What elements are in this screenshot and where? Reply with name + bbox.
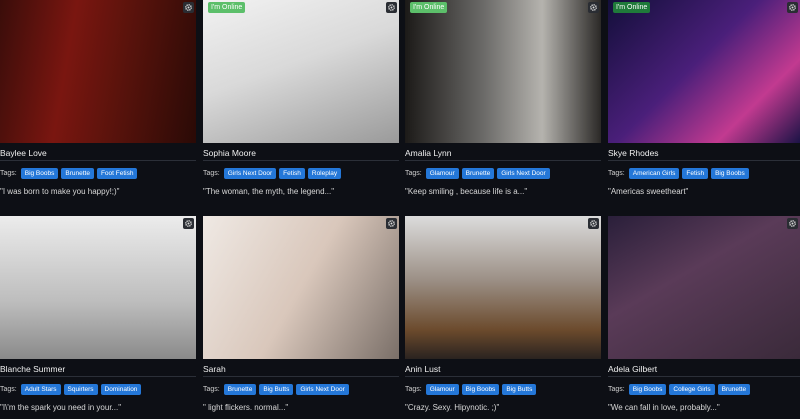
model-card[interactable]: Adela Gilbert Tags: Big Boobs College Gi… xyxy=(608,216,800,419)
tag[interactable]: Domination xyxy=(100,384,142,395)
divider xyxy=(405,160,601,161)
model-name[interactable]: Blanche Summer xyxy=(0,364,65,374)
model-card[interactable]: Sarah Tags: Brunette Big Butts Girls Nex… xyxy=(203,216,399,419)
tag[interactable]: Big Boobs xyxy=(20,168,59,179)
tag[interactable]: Fetish xyxy=(279,168,305,179)
tag[interactable]: American Girls xyxy=(628,168,680,179)
tags-label: Tags: xyxy=(608,386,625,393)
tag[interactable]: Big Butts xyxy=(502,384,537,395)
tag[interactable]: Big Butts xyxy=(259,384,294,395)
tag[interactable]: Brunette xyxy=(461,168,495,179)
gear-icon[interactable] xyxy=(787,2,798,13)
divider xyxy=(203,160,399,161)
model-photo[interactable] xyxy=(0,216,196,359)
model-photo[interactable]: I'm Online xyxy=(405,0,601,143)
model-card[interactable]: Baylee Love Tags: Big Boobs Brunette Foo… xyxy=(0,0,196,205)
tag-list: Tags: Brunette Big Butts Girls Next Door xyxy=(203,384,349,395)
tag-list: Tags: Big Boobs Brunette Foot Fetish xyxy=(0,168,138,179)
gear-icon[interactable] xyxy=(386,2,397,13)
divider xyxy=(0,160,196,161)
tag[interactable]: College Girls xyxy=(669,384,715,395)
tags-label: Tags: xyxy=(405,170,422,177)
model-card[interactable]: I'm Online Amalia Lynn Tags: Glamour Bru… xyxy=(405,0,601,205)
online-badge: I'm Online xyxy=(410,2,448,13)
model-card[interactable]: I'm Online Skye Rhodes Tags: American Gi… xyxy=(608,0,800,205)
model-quote: "Keep smiling , because life is a..." xyxy=(405,187,528,196)
tag[interactable]: Girls Next Door xyxy=(223,168,277,179)
tag[interactable]: Girls Next Door xyxy=(497,168,550,179)
model-name[interactable]: Anin Lust xyxy=(405,364,440,374)
tag[interactable]: Fetish xyxy=(682,168,709,179)
gear-icon[interactable] xyxy=(386,218,397,229)
model-card[interactable]: Blanche Summer Tags: Adult Stars Squirte… xyxy=(0,216,196,419)
tag-list: Tags: American Girls Fetish Big Boobs xyxy=(608,168,749,179)
tags-label: Tags: xyxy=(0,386,17,393)
tags-label: Tags: xyxy=(608,170,625,177)
tags-label: Tags: xyxy=(203,170,220,177)
model-name[interactable]: Adela Gilbert xyxy=(608,364,657,374)
tag-list: Tags: Glamour Big Boobs Big Butts xyxy=(405,384,537,395)
model-photo[interactable] xyxy=(608,216,800,359)
model-quote: "I\'m the spark you need in your..." xyxy=(0,403,122,412)
model-quote: " light flickers. normal..." xyxy=(203,403,289,412)
tag[interactable]: Big Boobs xyxy=(461,384,500,395)
model-photo[interactable]: I'm Online xyxy=(203,0,399,143)
tag[interactable]: Foot Fetish xyxy=(96,168,138,179)
model-quote: "The woman, the myth, the legend..." xyxy=(203,187,335,196)
divider xyxy=(608,160,800,161)
model-name[interactable]: Skye Rhodes xyxy=(608,148,659,158)
tag[interactable]: Glamour xyxy=(425,384,459,395)
tag-list: Tags: Glamour Brunette Girls Next Door xyxy=(405,168,550,179)
online-badge: I'm Online xyxy=(613,2,651,13)
tags-label: Tags: xyxy=(405,386,422,393)
tag[interactable]: Glamour xyxy=(425,168,459,179)
tags-label: Tags: xyxy=(0,170,17,177)
model-photo[interactable] xyxy=(203,216,399,359)
online-badge: I'm Online xyxy=(208,2,246,13)
tag[interactable]: Big Boobs xyxy=(628,384,667,395)
gear-icon[interactable] xyxy=(183,2,194,13)
model-quote: "Americas sweetheart" xyxy=(608,187,689,196)
tags-label: Tags: xyxy=(203,386,220,393)
divider xyxy=(0,376,196,377)
model-card[interactable]: I'm Online Sophia Moore Tags: Girls Next… xyxy=(203,0,399,205)
model-photo[interactable] xyxy=(405,216,601,359)
tag[interactable]: Brunette xyxy=(61,168,94,179)
model-card[interactable]: Anin Lust Tags: Glamour Big Boobs Big Bu… xyxy=(405,216,601,419)
tag[interactable]: Brunette xyxy=(223,384,257,395)
model-quote: "Crazy. Sexy. Hipynotic. ;)" xyxy=(405,403,500,412)
model-photo[interactable]: I'm Online xyxy=(608,0,800,143)
tag[interactable]: Adult Stars xyxy=(20,384,61,395)
model-grid: Baylee Love Tags: Big Boobs Brunette Foo… xyxy=(0,0,800,419)
tag-list: Tags: Girls Next Door Fetish Roleplay xyxy=(203,168,342,179)
model-name[interactable]: Sarah xyxy=(203,364,226,374)
tag-list: Tags: Big Boobs College Girls Brunette xyxy=(608,384,751,395)
gear-icon[interactable] xyxy=(588,218,599,229)
model-name[interactable]: Sophia Moore xyxy=(203,148,256,158)
tag[interactable]: Squirters xyxy=(63,384,98,395)
tag[interactable]: Big Boobs xyxy=(711,168,749,179)
tag[interactable]: Brunette xyxy=(717,384,751,395)
divider xyxy=(608,376,800,377)
model-quote: "I was born to make you happy!;)" xyxy=(0,187,120,196)
model-quote: "We can fall in love, probably..." xyxy=(608,403,720,412)
model-name[interactable]: Baylee Love xyxy=(0,148,47,158)
model-name[interactable]: Amalia Lynn xyxy=(405,148,451,158)
gear-icon[interactable] xyxy=(787,218,798,229)
gear-icon[interactable] xyxy=(588,2,599,13)
gear-icon[interactable] xyxy=(183,218,194,229)
tag[interactable]: Roleplay xyxy=(307,168,342,179)
divider xyxy=(405,376,601,377)
tag-list: Tags: Adult Stars Squirters Domination xyxy=(0,384,142,395)
model-photo[interactable] xyxy=(0,0,196,143)
divider xyxy=(203,376,399,377)
tag[interactable]: Girls Next Door xyxy=(296,384,349,395)
